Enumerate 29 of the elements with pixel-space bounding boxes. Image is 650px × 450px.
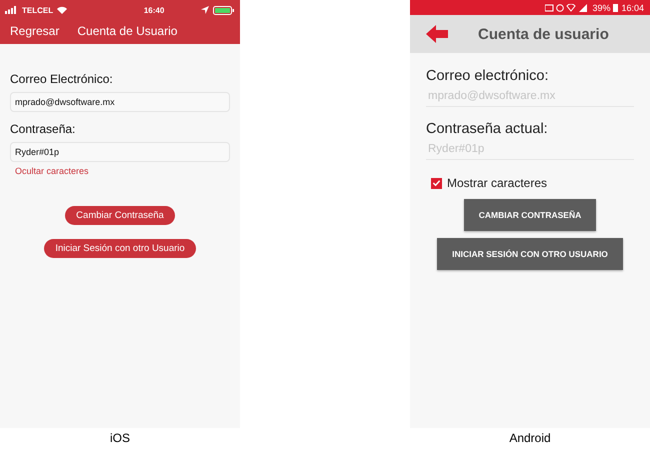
carrier-name: TELCEL: [22, 6, 54, 14]
wifi-icon: [57, 6, 68, 14]
input-field[interactable]: Ryder#01p: [10, 142, 230, 162]
status-icons-drawing: [545, 4, 590, 12]
input-field[interactable]: mprado@dwsoftware.mx: [10, 92, 230, 112]
back-arrow-icon[interactable]: [426, 25, 448, 43]
field-label: Correo electrónico:: [426, 68, 550, 84]
field-label: Contraseña:: [10, 122, 76, 136]
field-label: Contraseña actual:: [426, 121, 549, 137]
battery-icon: [613, 4, 618, 12]
action-button[interactable]: CAMBIAR CONTRASEÑA: [464, 199, 596, 231]
screen-title: Cuenta de usuario: [478, 26, 609, 42]
platform-caption: iOS: [110, 431, 130, 445]
hide-characters-link[interactable]: Ocultar caracteres: [10, 166, 94, 176]
action-button[interactable]: Cambiar Contraseña: [65, 206, 175, 225]
checkbox-label: Mostrar caracteres: [447, 176, 548, 190]
platform-caption: Android: [509, 431, 551, 445]
checkbox[interactable]: [431, 178, 442, 188]
battery-icon: [213, 6, 235, 14]
action-button[interactable]: Iniciar Sesión con otro Usuario: [44, 239, 196, 258]
screen-title: Cuenta de Usuario: [77, 24, 178, 38]
back-button[interactable]: Regresar: [10, 24, 60, 38]
location-icon: [201, 6, 209, 14]
field-label: Correo Electrónico:: [10, 72, 114, 86]
status-time: 16:40: [142, 6, 166, 14]
action-button[interactable]: INICIAR SESIÓN CON OTRO USUARIO: [437, 238, 623, 270]
status-time: 16:04: [621, 2, 644, 12]
battery-percent: 39%: [592, 2, 610, 12]
signal-icon: [5, 6, 18, 14]
